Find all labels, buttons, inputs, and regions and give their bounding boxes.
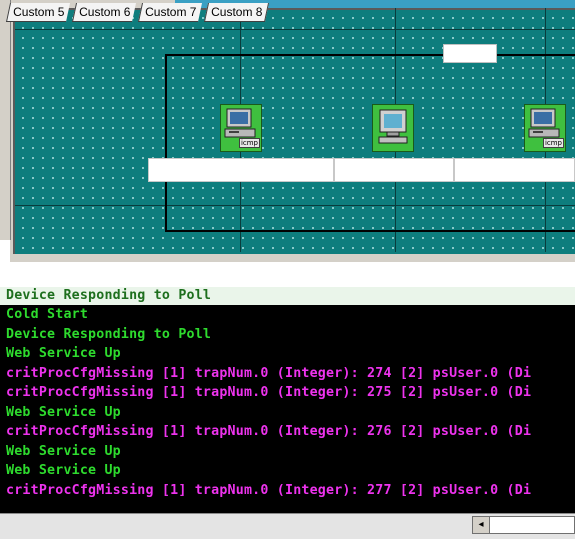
event-log-line[interactable]: critProcCfgMissing [1] trapNum.0 (Intege… [6, 422, 531, 442]
tab-custom-5[interactable]: Custom 5 [5, 3, 71, 22]
tab-label: Custom 8 [211, 5, 263, 19]
event-log-line[interactable]: critProcCfgMissing [1] trapNum.0 (Intege… [6, 481, 531, 501]
event-log-line[interactable]: Device Responding to Poll [6, 286, 211, 306]
tab-label: Custom 5 [13, 5, 65, 19]
left-panel-edge [0, 0, 11, 240]
event-log-line[interactable]: critProcCfgMissing [1] trapNum.0 (Intege… [6, 364, 531, 384]
network-segment-bar[interactable] [454, 158, 575, 182]
event-log-line[interactable]: critProcCfgMissing [1] trapNum.0 (Intege… [6, 383, 531, 403]
network-segment-bar[interactable] [334, 158, 454, 182]
pane-splitter[interactable] [0, 262, 575, 286]
scroll-left-arrow-icon[interactable]: ◂ [473, 517, 490, 533]
event-log-line[interactable]: Web Service Up [6, 403, 121, 423]
event-log-line[interactable]: Device Responding to Poll [6, 325, 211, 345]
horizontal-scrollbar[interactable]: ◂ [472, 516, 575, 534]
icmp-badge: icmp [542, 138, 564, 148]
tab-custom-6[interactable]: Custom 6 [71, 3, 137, 22]
device-node[interactable] [372, 104, 414, 152]
event-log-line[interactable]: Web Service Up [6, 442, 121, 462]
device-node[interactable]: icmp [524, 104, 566, 152]
event-log-line[interactable]: Web Service Up [6, 344, 121, 364]
tab-label: Custom 7 [145, 5, 197, 19]
tab-label: Custom 6 [79, 5, 131, 19]
event-log-line[interactable]: Cold Start [6, 305, 88, 325]
subnet-label-box[interactable] [443, 44, 497, 63]
icmp-badge: icmp [238, 138, 260, 148]
device-node[interactable]: icmp [220, 104, 262, 152]
tab-custom-8[interactable]: Custom 8 [203, 3, 270, 22]
map-grid-line [15, 29, 575, 30]
event-log-line[interactable]: Web Service Up [6, 461, 121, 481]
tab-custom-7[interactable]: Custom 7 [137, 3, 203, 22]
network-segment-bar[interactable] [148, 158, 334, 182]
